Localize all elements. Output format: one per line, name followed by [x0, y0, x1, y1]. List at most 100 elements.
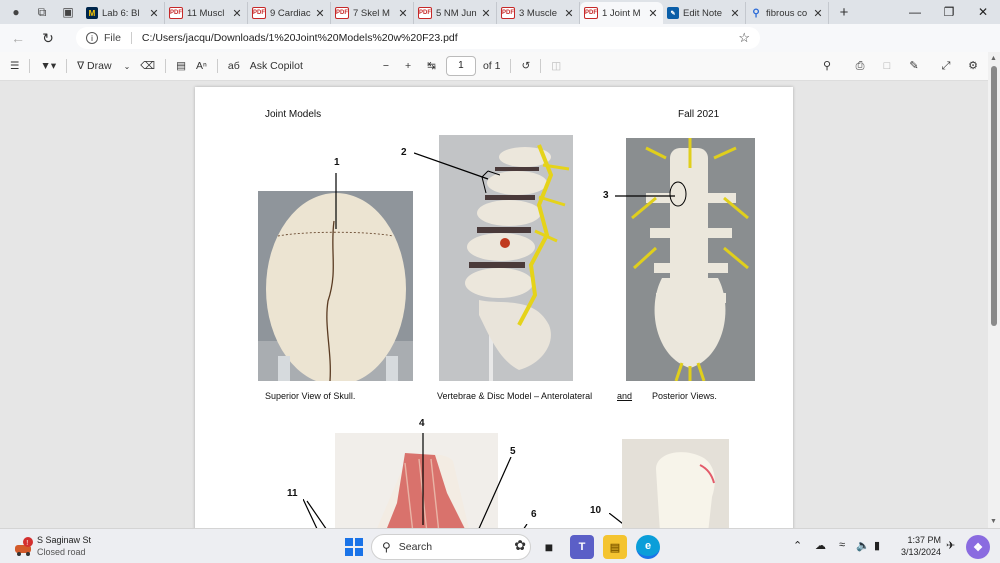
- tissue-illustration: [377, 433, 469, 528]
- label-line: [615, 195, 675, 197]
- close-tab-icon[interactable]: ✕: [729, 7, 741, 20]
- tissue-model-photo: [335, 433, 498, 528]
- caption-posterior: Posterior Views.: [652, 391, 717, 401]
- vertical-scrollbar[interactable]: ▲ ▼: [988, 52, 1000, 528]
- scroll-down-icon[interactable]: ▼: [990, 518, 997, 525]
- zoom-in-button[interactable]: +: [405, 60, 411, 72]
- task-view-icon[interactable]: ■: [537, 535, 561, 559]
- draw-button[interactable]: ∇ Draw ⌄: [77, 60, 130, 72]
- info-icon[interactable]: i: [86, 32, 98, 44]
- tab-5-nm-jun[interactable]: PDF 5 NM Jun ✕: [414, 2, 497, 24]
- ask-copilot-button[interactable]: Ask Copilot: [250, 60, 303, 72]
- close-window-button[interactable]: ✕: [966, 0, 1000, 24]
- traffic-alert-icon: !: [15, 537, 33, 556]
- close-tab-icon[interactable]: ✕: [647, 7, 659, 20]
- fit-page-icon[interactable]: ↹: [427, 60, 436, 72]
- restore-button[interactable]: ❐: [932, 0, 966, 24]
- start-button[interactable]: [342, 535, 366, 559]
- onedrive-cloud-icon[interactable]: ☁: [815, 539, 826, 552]
- teams-icon[interactable]: T: [570, 535, 594, 559]
- scrollbar-thumb[interactable]: [991, 66, 997, 326]
- tab-11-muscle[interactable]: PDF 11 Muscl ✕: [165, 2, 248, 24]
- tab-label: 5 NM Jun: [436, 7, 477, 19]
- tab-fibrous[interactable]: ⚲ fibrous co ✕: [746, 2, 829, 24]
- battery-icon[interactable]: ▮: [874, 539, 880, 552]
- tab-3-muscle[interactable]: PDF 3 Muscle ✕: [497, 2, 580, 24]
- workspaces-icon[interactable]: ⧉: [32, 2, 52, 22]
- save-icon[interactable]: □: [878, 58, 896, 74]
- favorite-star-icon[interactable]: ☆: [738, 30, 750, 46]
- tab-label: 11 Muscl: [187, 7, 225, 19]
- address-bar-row: ← ↻ i File C:/Users/jacqu/Downloads/1%20…: [0, 24, 1000, 69]
- pdf-favicon-icon: PDF: [501, 7, 515, 19]
- clock-time[interactable]: 1:37 PM: [899, 535, 941, 545]
- tab-edit-note[interactable]: ✎ Edit Note ✕: [663, 2, 746, 24]
- tab-9-cardiac[interactable]: PDF 9 Cardiac ✕: [248, 2, 331, 24]
- label-10: 10: [590, 505, 602, 516]
- tab-7-skel[interactable]: PDF 7 Skel M ✕: [331, 2, 414, 24]
- settings-gear-icon[interactable]: ⚙: [964, 58, 982, 74]
- translate-icon[interactable]: aб: [228, 60, 240, 72]
- document-viewport: Joint Models Fall 2021 1 2 3 Superior Vi…: [0, 81, 988, 528]
- divider: [29, 59, 31, 73]
- eraser-icon[interactable]: ⌫: [140, 60, 155, 72]
- new-tab-button[interactable]: +: [833, 4, 855, 21]
- spine-posterior-illustration: [631, 138, 749, 381]
- weather-title[interactable]: S Saginaw St: [37, 535, 91, 545]
- close-tab-icon[interactable]: ✕: [812, 7, 824, 20]
- close-tab-icon[interactable]: ✕: [397, 7, 409, 20]
- profile-icon[interactable]: ●: [6, 2, 26, 22]
- windows-logo-icon: [345, 538, 363, 556]
- tab-lab6[interactable]: M Lab 6: Bl ✕: [82, 2, 165, 24]
- file-explorer-icon[interactable]: ▤: [603, 535, 627, 559]
- copilot-taskbar-icon[interactable]: ❖: [966, 535, 990, 559]
- bone-illustration: [656, 452, 715, 528]
- tab-actions-icon[interactable]: ▣: [58, 2, 78, 22]
- wifi-icon[interactable]: ≈: [839, 539, 845, 551]
- back-button[interactable]: ←: [6, 26, 30, 50]
- text-box-icon[interactable]: ▤: [176, 60, 186, 72]
- close-tab-icon[interactable]: ✕: [480, 7, 492, 20]
- read-aloud-icon[interactable]: Aⁿ: [196, 60, 207, 72]
- draw-icon: ∇: [77, 60, 88, 72]
- pdf-favicon-icon: PDF: [584, 7, 598, 19]
- find-icon[interactable]: ⚲: [818, 58, 836, 74]
- edit-favicon-icon: ✎: [667, 7, 679, 19]
- vertebrae-posterior-photo: [626, 138, 755, 381]
- page-number-input[interactable]: 1: [445, 56, 476, 76]
- show-hidden-icons-icon[interactable]: ⌃: [793, 539, 802, 552]
- close-tab-icon[interactable]: ✕: [314, 7, 326, 20]
- tab-strip: ● ⧉ ▣ M Lab 6: Bl ✕ PDF 11 Muscl ✕ PDF 9 Card…: [0, 0, 1000, 24]
- rotate-icon[interactable]: ↺: [521, 60, 530, 72]
- tab-1-joint[interactable]: PDF 1 Joint M ✕: [580, 2, 663, 24]
- edge-icon[interactable]: e: [636, 535, 660, 559]
- notification-bell-icon[interactable]: ✈: [946, 539, 955, 552]
- zoom-out-button[interactable]: −: [383, 60, 389, 72]
- minimize-button[interactable]: —: [898, 0, 932, 24]
- divider: [540, 59, 542, 73]
- label-line: [335, 173, 337, 229]
- search-icon: ⚲: [382, 540, 391, 554]
- fullscreen-icon[interactable]: ⤢: [937, 58, 955, 74]
- print-icon[interactable]: ⎙: [851, 58, 869, 74]
- volume-icon[interactable]: 🔈: [856, 539, 870, 552]
- page-view-icon[interactable]: ◫: [551, 60, 561, 72]
- tab-label: 9 Cardiac: [270, 7, 311, 19]
- save-as-icon[interactable]: ✎: [905, 58, 923, 74]
- taskbar-search-input[interactable]: ⚲ Search ✿: [371, 534, 531, 560]
- url-field[interactable]: i File C:/Users/jacqu/Downloads/1%20Join…: [76, 27, 760, 49]
- refresh-button[interactable]: ↻: [36, 26, 60, 50]
- highlight-icon[interactable]: ▼▾: [40, 60, 56, 72]
- scheme-label: File: [104, 32, 132, 44]
- windows-taskbar: ! S Saginaw St Closed road ⚲ Search ✿ ■ …: [0, 528, 1000, 563]
- close-tab-icon[interactable]: ✕: [231, 7, 243, 20]
- draw-label: Draw: [87, 60, 112, 72]
- search-placeholder: Search: [398, 541, 433, 553]
- close-tab-icon[interactable]: ✕: [148, 7, 160, 20]
- weather-widget-icon[interactable]: !: [14, 537, 34, 557]
- scroll-up-icon[interactable]: ▲: [990, 55, 997, 62]
- divider: [66, 59, 68, 73]
- close-tab-icon[interactable]: ✕: [563, 7, 575, 20]
- clock-date[interactable]: 3/13/2024: [895, 547, 941, 557]
- contents-icon[interactable]: ☰: [10, 60, 19, 72]
